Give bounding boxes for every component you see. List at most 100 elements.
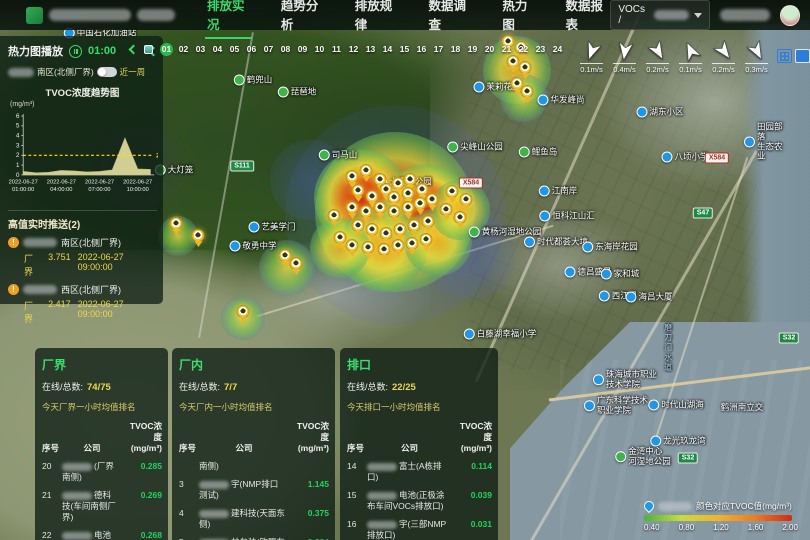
monitor-station-marker[interactable] [352,219,365,232]
monitor-station-marker[interactable] [426,193,439,206]
timeline-prev-icon[interactable] [129,44,139,54]
tab-数据调查[interactable]: 数据调查 [427,0,474,39]
monitor-station-marker[interactable] [406,237,419,250]
heatmap-playback-panel: 热力图播放 01:00 南区(北侧厂界) 近一周 TVOC浓度趋势图 (mg/m… [0,36,163,304]
monitor-station-marker[interactable] [402,187,415,200]
table-row[interactable]: 21德科技(车间南侧厂界)0.269 [42,490,162,523]
table-row[interactable]: 4建科技(天面东侧)0.375 [179,508,329,530]
monitor-station-marker[interactable] [334,231,347,244]
hour-20[interactable]: 20 [483,43,496,56]
monitor-station-marker[interactable] [519,61,532,74]
company-redacted [367,463,397,471]
hour-18[interactable]: 18 [449,43,462,56]
hour-01[interactable]: 01 [160,43,173,56]
hour-02[interactable]: 02 [177,43,190,56]
pause-button[interactable] [69,45,82,58]
table-row[interactable]: 16宇(三部NMP排放口)0.031 [347,519,492,540]
hour-10[interactable]: 10 [313,43,326,56]
hour-16[interactable]: 16 [415,43,428,56]
monitor-station-marker[interactable] [360,164,373,177]
hour-06[interactable]: 06 [245,43,258,56]
monitor-station-marker[interactable] [360,205,373,218]
monitor-station-marker[interactable] [521,85,534,98]
hour-19[interactable]: 19 [466,43,479,56]
tab-数据报表[interactable]: 数据报表 [564,0,611,39]
monitor-station-marker[interactable] [420,233,433,246]
monitor-station-marker[interactable] [346,239,359,252]
monitor-station-marker[interactable] [346,170,359,183]
table-row[interactable]: 15电池(正极涂布车间VOCs排放口)0.039 [347,490,492,512]
monitor-station-marker[interactable] [388,205,401,218]
table-row[interactable]: 20(厂界南侧)0.285 [42,461,162,483]
monitor-station-marker[interactable] [290,257,303,270]
hour-03[interactable]: 03 [194,43,207,56]
table-row[interactable]: 22电池(北侧厂界)0.268 [42,530,162,540]
legend-poi-redacted [658,502,692,511]
monitor-station-marker[interactable] [380,227,393,240]
hour-24[interactable]: 24 [551,43,564,56]
monitor-station-marker[interactable] [362,241,375,254]
vocs-selector-dropdown[interactable]: VOCs / [610,0,709,30]
hour-08[interactable]: 08 [279,43,292,56]
monitor-station-marker[interactable] [392,239,405,252]
hour-21[interactable]: 21 [500,43,513,56]
col-company: 公司 [367,442,452,454]
monitor-station-marker[interactable] [440,203,453,216]
monitor-station-marker[interactable] [192,229,205,242]
monitor-station-marker[interactable] [378,243,391,256]
table-row[interactable]: 14富士(A栋排口)0.114 [347,461,492,483]
hour-07[interactable]: 07 [262,43,275,56]
push-item[interactable]: ! 西区(北侧厂界) 厂界 2.417 2022-06-27 09:00:00 [8,283,157,325]
map-roadmap-button[interactable] [777,49,792,63]
wind-speed-label: 0.2m/s [712,63,735,74]
user-avatar[interactable] [780,5,800,26]
monitor-station-marker[interactable] [446,185,459,198]
table-row[interactable]: 3宇(NMP排口测试)1.145 [179,479,329,501]
monitor-station-marker[interactable] [328,209,341,222]
legend-tick: 0.40 [644,523,660,532]
timeline-layers-icon[interactable] [144,45,153,54]
hour-04[interactable]: 04 [211,43,224,56]
hour-11[interactable]: 11 [330,43,343,56]
hour-22[interactable]: 22 [517,43,530,56]
logo-text-redacted [137,9,175,21]
hour-14[interactable]: 14 [381,43,394,56]
compare-toggle[interactable] [97,67,117,77]
hour-15[interactable]: 15 [398,43,411,56]
hour-09[interactable]: 09 [296,43,309,56]
tab-排放实况[interactable]: 排放实况 [205,0,252,39]
monitor-station-marker[interactable] [346,201,359,214]
monitor-station-marker[interactable] [374,201,387,214]
monitor-station-marker[interactable] [394,223,407,236]
tvoc-color-legend: 颜色对应TVOC值(mg/m³) 0.400.801.201.602.00 [644,500,798,532]
monitor-station-marker[interactable] [408,219,421,232]
monitor-station-marker[interactable] [366,223,379,236]
row-value: 0.268 [122,530,162,540]
tab-趋势分析[interactable]: 趋势分析 [279,0,326,39]
monitor-station-marker[interactable] [237,305,250,318]
monitor-station-marker[interactable] [454,211,467,224]
station-name-redacted [8,68,34,77]
chart-unit-label: (mg/m³) [10,101,157,108]
road-badge: X584 [705,153,729,164]
tab-热力图[interactable]: 热力图 [500,0,536,39]
playback-title: 热力图播放 [8,43,63,59]
monitor-station-marker[interactable] [460,193,473,206]
monitor-station-marker[interactable] [388,191,401,204]
monitor-station-marker[interactable] [352,184,365,197]
tab-排放规律[interactable]: 排放规律 [353,0,400,39]
hour-13[interactable]: 13 [364,43,377,56]
table-header: 序号公司TVOC浓度(mg/m³) [347,421,492,454]
hour-23[interactable]: 23 [534,43,547,56]
col-company: 公司 [199,442,289,454]
hour-12[interactable]: 12 [347,43,360,56]
hour-timeline: 01 02 03 04 05 06 07 08 09 10 11 12 13 14 15 16 17 18 19 20… [130,40,564,58]
monitor-station-marker[interactable] [404,173,417,186]
push-item[interactable]: ! 南区(北侧厂界) 厂界 3.751 2022-06-27 09:00:00 [8,236,157,278]
hour-17[interactable]: 17 [432,43,445,56]
monitor-station-marker[interactable] [422,215,435,228]
map-satellite-button[interactable] [795,49,810,63]
monitor-station-marker[interactable] [170,217,183,230]
push-station: 南区(北侧厂界) [61,236,121,249]
hour-05[interactable]: 05 [228,43,241,56]
